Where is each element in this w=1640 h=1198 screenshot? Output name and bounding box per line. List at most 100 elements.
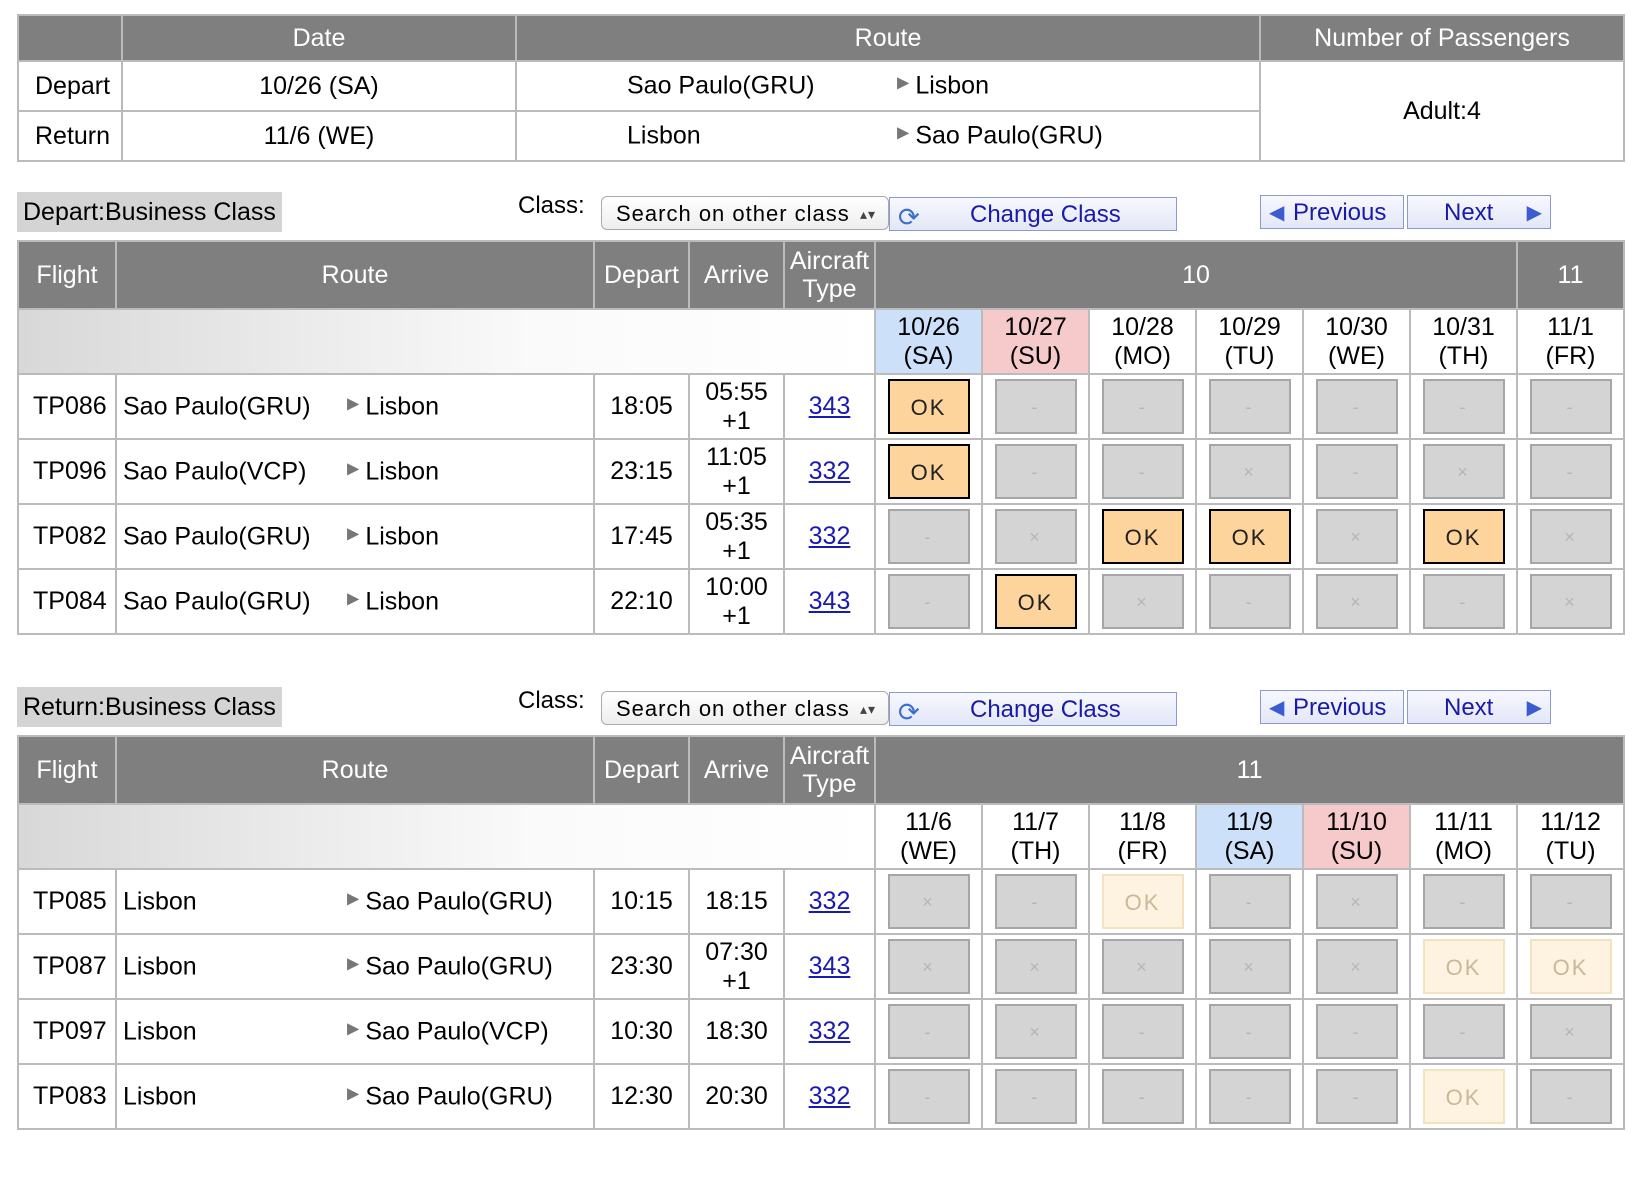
availability-x: ×: [887, 939, 970, 994]
return-next-button[interactable]: Next ▶: [1407, 690, 1551, 724]
weekday-label: (FR): [1117, 836, 1168, 865]
availability-dash: -: [1315, 379, 1398, 434]
aircraft-type-link[interactable]: 343: [809, 392, 851, 420]
depart-next-button[interactable]: Next ▶: [1407, 195, 1551, 229]
availability-x: ×: [1208, 444, 1291, 499]
availability-cell: OK: [1088, 868, 1197, 935]
aircraft-type-link[interactable]: 332: [809, 1082, 851, 1110]
select-arrows-icon: ▴▾: [859, 206, 876, 222]
availability-dash: -: [1208, 379, 1291, 434]
col-header-flight: Flight: [17, 240, 117, 310]
availability-okl[interactable]: OK: [1529, 939, 1612, 994]
summary-header-blank: [17, 14, 123, 62]
date-header-cell: 10/28 (MO): [1088, 308, 1197, 375]
aircraft-type-link[interactable]: 332: [809, 1017, 851, 1045]
availability-x: ×: [1529, 1004, 1612, 1059]
flight-row: TP085 Lisbon ▶ Sao Paulo(GRU) 10:15 18:15 332 ×…: [17, 868, 1626, 935]
date-label: 11/9: [1226, 807, 1273, 836]
availability-ok[interactable]: OK: [1422, 509, 1505, 564]
summary-return-from: Lisbon: [627, 121, 701, 150]
availability-dash: -: [887, 509, 970, 564]
aircraft-cell: 343: [783, 568, 876, 635]
return-previous-label: Previous: [1293, 694, 1387, 721]
route-to-wrap: ▶ Lisbon: [347, 392, 439, 421]
availability-x: ×: [994, 939, 1077, 994]
date-label: 11/12: [1540, 807, 1601, 836]
weekday-label: (SU): [1330, 836, 1383, 865]
availability-cell: OK: [1408, 503, 1519, 570]
return-class-label: Class:: [518, 687, 585, 714]
availability-ok[interactable]: OK: [887, 444, 970, 499]
aircraft-cell: 332: [783, 868, 876, 935]
availability-ok[interactable]: OK: [994, 574, 1077, 629]
weekday-label: (TH): [1010, 836, 1061, 865]
date-header-cell: 11/7 (TH): [981, 803, 1090, 870]
route-to: Lisbon: [365, 587, 439, 615]
flight-row: TP096 Sao Paulo(VCP) ▶ Lisbon 23:15 11:05 +1 33…: [17, 438, 1626, 505]
route-to-wrap: ▶ Lisbon: [347, 522, 439, 551]
aircraft-type-link[interactable]: 332: [809, 887, 851, 915]
route-to-wrap: ▶ Sao Paulo(GRU): [347, 887, 553, 916]
aircraft-type-link[interactable]: 343: [809, 587, 851, 615]
return-previous-button[interactable]: ◀ Previous: [1260, 690, 1404, 724]
aircraft-cell: 343: [783, 933, 876, 1000]
weekday-label: (MO): [1114, 341, 1171, 370]
date-header-cell: 11/8 (FR): [1088, 803, 1197, 870]
summary-return-label: Return: [17, 110, 123, 162]
availability-x: ×: [1529, 509, 1612, 564]
flight-route: Lisbon ▶ Sao Paulo(GRU): [115, 868, 595, 935]
weekday-label: (TU): [1545, 836, 1596, 865]
route-from: Sao Paulo(VCP): [123, 457, 307, 485]
arrive-time-cell: 07:30 +1: [688, 933, 785, 1000]
aircraft-type-link[interactable]: 332: [809, 457, 851, 485]
caret-left-icon: ◀: [1269, 202, 1285, 224]
availability-ok[interactable]: OK: [1208, 509, 1291, 564]
date-header-cell: 10/26 (SA): [874, 308, 983, 375]
depart-previous-button[interactable]: ◀ Previous: [1260, 195, 1404, 229]
availability-cell: -: [1195, 373, 1304, 440]
col-header-aircraft: Aircraft Type: [783, 735, 876, 805]
aircraft-type-link[interactable]: 332: [809, 522, 851, 550]
availability-cell: ×: [874, 933, 983, 1000]
availability-cell: -: [1302, 998, 1411, 1065]
date-label: 10/28: [1111, 312, 1174, 341]
weekday-label: (SA): [903, 341, 954, 370]
availability-cell: -: [1195, 568, 1304, 635]
weekday-label: (TU): [1224, 341, 1275, 370]
availability-ok[interactable]: OK: [887, 379, 970, 434]
return-change-class-button[interactable]: ⟳ Change Class: [889, 692, 1177, 727]
depart-change-class-button[interactable]: ⟳ Change Class: [889, 197, 1177, 232]
depart-time: 10:15: [593, 868, 690, 935]
availability-cell: ×: [1088, 933, 1197, 1000]
availability-ok[interactable]: OK: [1101, 509, 1184, 564]
arrive-time: 05:35: [705, 507, 768, 536]
depart-class-select-value: Search on other class: [616, 201, 850, 226]
arrive-time-cell: 05:55 +1: [688, 373, 785, 440]
arrow-right-icon: ▶: [347, 890, 360, 907]
availability-dash: -: [1101, 444, 1184, 499]
depart-time: 17:45: [593, 503, 690, 570]
arrive-time: 10:00: [705, 572, 768, 601]
arrow-right-icon: ▶: [897, 124, 910, 142]
flight-row: TP082 Sao Paulo(GRU) ▶ Lisbon 17:45 05:35 +1 33…: [17, 503, 1626, 570]
availability-cell: -: [1195, 998, 1304, 1065]
arrow-right-icon: ▶: [347, 525, 360, 542]
availability-okl[interactable]: OK: [1101, 874, 1184, 929]
summary-depart-date: 10/26 (SA): [121, 60, 517, 112]
depart-time: 10:30: [593, 998, 690, 1065]
aircraft-type-link[interactable]: 343: [809, 952, 851, 980]
return-class-select[interactable]: Search on other class ▴▾: [601, 691, 889, 725]
availability-okl[interactable]: OK: [1422, 939, 1505, 994]
availability-cell: -: [1408, 568, 1519, 635]
availability-okl[interactable]: OK: [1422, 1069, 1505, 1124]
date-label: 11/6: [905, 807, 952, 836]
availability-cell: -: [1302, 438, 1411, 505]
depart-class-select[interactable]: Search on other class ▴▾: [601, 196, 889, 230]
flight-row: TP086 Sao Paulo(GRU) ▶ Lisbon 18:05 05:55 +1 34…: [17, 373, 1626, 440]
availability-x: ×: [1315, 939, 1398, 994]
arrive-time: 20:30: [705, 1082, 768, 1110]
col-header-depart: Depart: [593, 735, 690, 805]
route-to-wrap: ▶ Sao Paulo(GRU): [347, 952, 553, 981]
availability-dash: -: [1101, 1004, 1184, 1059]
summary-return-date: 11/6 (WE): [121, 110, 517, 162]
